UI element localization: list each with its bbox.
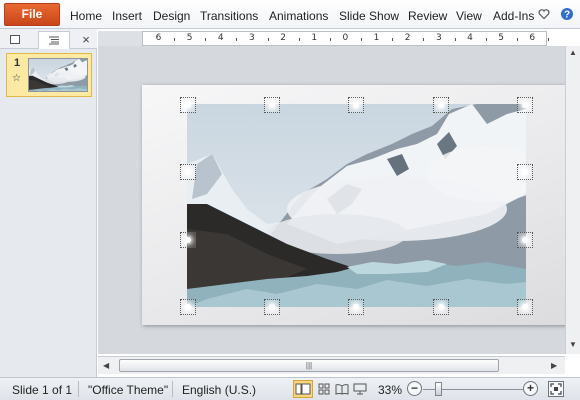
ruler-tick-mark [392, 38, 394, 41]
reading-view-icon[interactable] [334, 382, 350, 396]
ribbon-tab-bar: File Home Insert Design Transitions Anim… [0, 0, 580, 29]
tab-home[interactable]: Home [70, 9, 102, 23]
tab-add-ins[interactable]: Add-Ins [493, 9, 534, 23]
ruler-tick-label: 4 [467, 33, 473, 43]
tab-transitions[interactable]: Transitions [200, 9, 258, 23]
ruler-tick-label: 5 [498, 33, 504, 43]
tab-review[interactable]: Review [408, 9, 447, 23]
ruler-corner [98, 31, 142, 46]
outline-tab-icon[interactable] [38, 31, 70, 49]
slide-count: Slide 1 of 1 [12, 383, 73, 397]
ruler-tick-label: 6 [155, 33, 162, 43]
scroll-down-arrow-icon[interactable]: ▼ [569, 340, 577, 349]
ruler-tick-mark [423, 38, 425, 41]
resize-handle-bottom-right[interactable] [517, 299, 533, 315]
ruler-tick-mark [298, 38, 300, 41]
tab-slide-show[interactable]: Slide Show [339, 9, 399, 23]
ruler-tick-label: 3 [249, 33, 255, 43]
normal-view-icon[interactable] [293, 380, 313, 398]
zoom-in-button[interactable]: + [523, 381, 538, 396]
horizontal-ruler: 6 5 4 3 2 1 0 1 2 3 4 5 6 [142, 31, 549, 46]
heart-icon[interactable] [538, 8, 550, 23]
tab-animations[interactable]: Animations [269, 9, 328, 23]
ruler-tick-mark [267, 38, 269, 41]
scroll-up-arrow-icon[interactable]: ▲ [569, 48, 577, 57]
resize-handle-bottom-3[interactable] [433, 299, 449, 315]
zoom-slider-thumb[interactable] [435, 382, 442, 396]
ruler-tick-mark [174, 38, 176, 41]
status-bar: Slide 1 of 1 "Office Theme" English (U.S… [0, 377, 580, 400]
horizontal-scrollbar[interactable]: ◀ ||| ▶ [98, 356, 565, 374]
resize-handle-bottom-1[interactable] [264, 299, 280, 315]
tab-view[interactable]: View [456, 9, 482, 23]
ruler-tick-mark [485, 38, 487, 41]
ruler-tick-mark [236, 38, 238, 41]
horizontal-scroll-thumb[interactable]: ||| [119, 359, 499, 372]
ruler-tick-label: 5 [186, 33, 193, 43]
language[interactable]: English (U.S.) [182, 383, 256, 397]
zoom-out-button[interactable]: − [407, 381, 422, 396]
svg-text:?: ? [564, 10, 570, 21]
resize-handle-bottom-left[interactable] [180, 299, 196, 315]
scroll-left-arrow-icon[interactable]: ◀ [103, 361, 109, 370]
ruler-tick-label: 1 [373, 33, 380, 43]
slide-number: 1 [14, 57, 21, 69]
zoom-level[interactable]: 33% [378, 383, 402, 397]
fit-to-window-icon[interactable] [548, 381, 564, 397]
slide-sorter-icon[interactable] [316, 382, 332, 396]
slide-picture[interactable] [187, 104, 526, 307]
scroll-right-arrow-icon[interactable]: ▶ [551, 361, 557, 370]
theme-name[interactable]: "Office Theme" [88, 383, 168, 397]
ruler-tick-mark [205, 38, 207, 41]
resize-handle-right-lower[interactable] [517, 232, 533, 248]
close-icon[interactable]: × [76, 31, 96, 47]
star-icon: ☆ [12, 73, 21, 84]
resize-handle-right-upper[interactable] [517, 164, 533, 180]
help-icon[interactable]: ? [560, 7, 574, 24]
slides-tab-icon[interactable] [5, 31, 25, 47]
resize-handle-top-3[interactable] [433, 97, 449, 113]
resize-handle-top-left[interactable] [180, 97, 196, 113]
tab-insert[interactable]: Insert [112, 9, 142, 23]
ruler-tick-mark [516, 38, 518, 41]
resize-handle-top-right[interactable] [517, 97, 533, 113]
ruler-tick-mark [454, 38, 456, 41]
ruler-tick-label: 4 [217, 33, 224, 43]
slide-show-icon[interactable] [352, 382, 368, 396]
resize-handle-bottom-center[interactable] [348, 299, 364, 315]
ruler-tick-mark [361, 38, 363, 41]
resize-handle-top-1[interactable] [264, 97, 280, 113]
vertical-scrollbar[interactable]: ▲ ▼ [565, 46, 580, 354]
ruler-tick-label: 3 [435, 33, 442, 43]
slides-pane: × 1 ☆ [0, 29, 97, 377]
ruler-tick-label: 2 [404, 33, 411, 43]
file-tab[interactable]: File [4, 3, 60, 26]
thumbnail-image [28, 58, 88, 92]
resize-handle-top-center[interactable] [348, 97, 364, 113]
ruler-tick-label: 2 [280, 33, 286, 43]
pane-tab-strip: × [0, 29, 97, 49]
ruler-tick-mark [548, 38, 549, 41]
resize-handle-left-lower[interactable] [180, 232, 196, 248]
ruler-tick-label: 1 [311, 33, 318, 43]
slide-thumbnail-1[interactable]: 1 ☆ [6, 53, 92, 97]
ruler-tick-mark [329, 38, 331, 41]
status-divider [172, 381, 173, 397]
resize-handle-left-upper[interactable] [180, 164, 196, 180]
status-divider [78, 381, 79, 397]
tab-design[interactable]: Design [153, 9, 190, 23]
ruler-tick-label: 0 [342, 33, 349, 43]
ruler-tick-label: 6 [529, 33, 536, 43]
